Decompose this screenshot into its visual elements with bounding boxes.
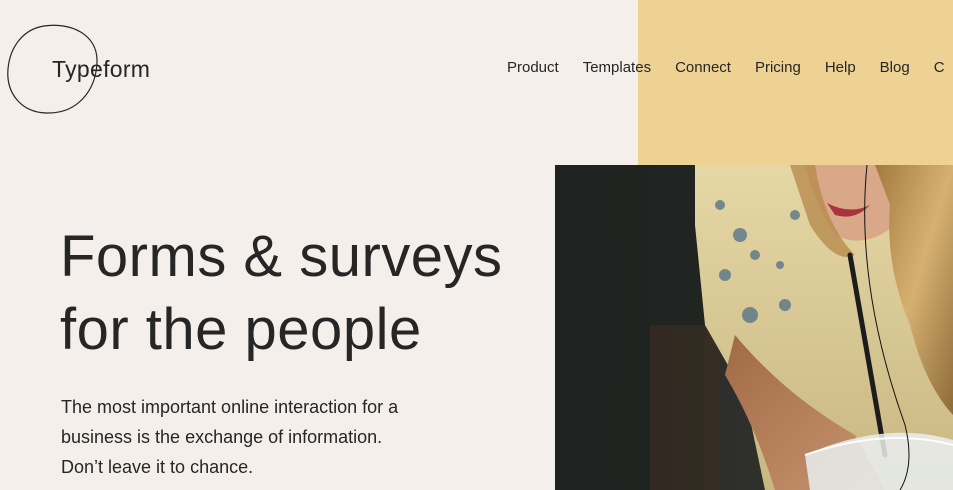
nav-templates[interactable]: Templates (583, 59, 651, 76)
hero-title: Forms & surveys for the people (60, 220, 503, 366)
hero-title-line-1: Forms & surveys (60, 224, 503, 289)
nav-blog[interactable]: Blog (880, 59, 910, 76)
hero-title-line-2: for the people (60, 297, 422, 362)
brand-name: Typeform (52, 56, 151, 82)
nav-pricing[interactable]: Pricing (755, 59, 801, 76)
nav-product[interactable]: Product (507, 59, 559, 76)
main-nav: Product Templates Connect Pricing Help B… (507, 59, 945, 76)
nav-connect[interactable]: Connect (675, 59, 731, 76)
hero-description: The most important online interaction fo… (61, 397, 399, 477)
nav-truncated-item[interactable]: C (934, 59, 945, 76)
brand-logo[interactable]: Typeform (6, 24, 176, 116)
nav-help[interactable]: Help (825, 59, 856, 76)
hero-photo (555, 165, 953, 490)
decorative-yellow-block (638, 0, 953, 165)
